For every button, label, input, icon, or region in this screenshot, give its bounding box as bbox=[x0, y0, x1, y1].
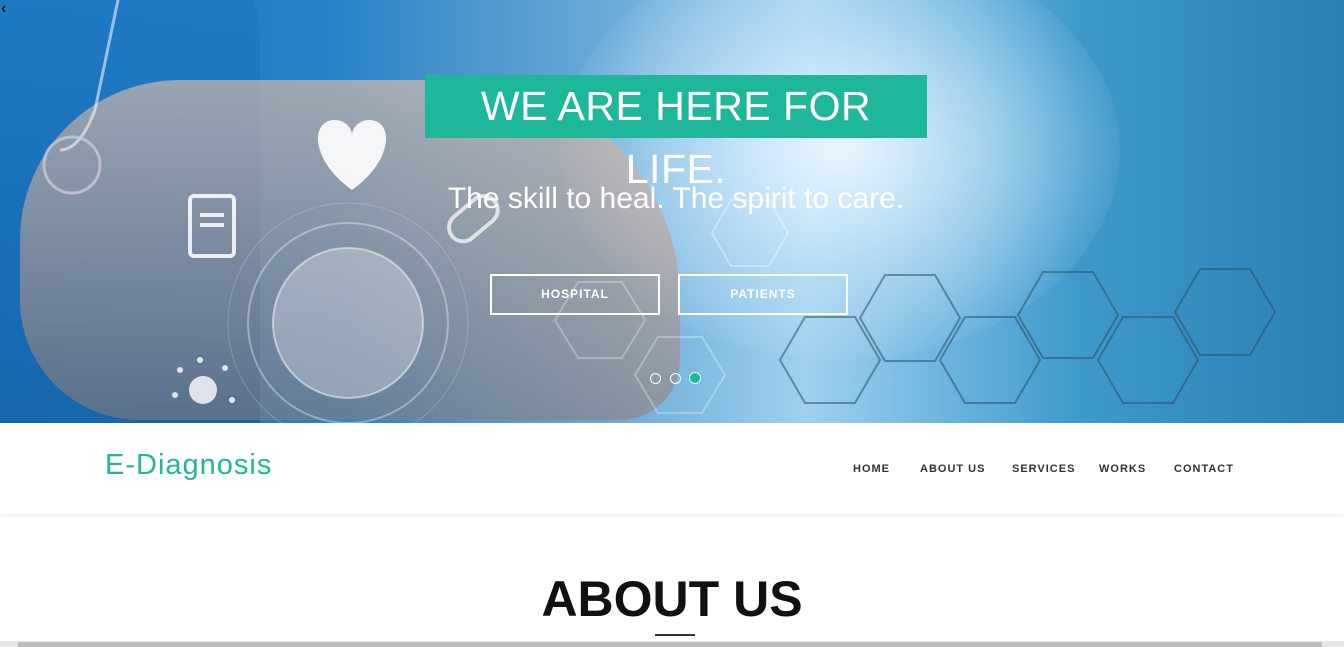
hero-banner-title: WE ARE HERE FOR LIFE. bbox=[425, 75, 927, 192]
horizontal-scrollbar[interactable] bbox=[0, 641, 1344, 647]
nav-about-us[interactable]: ABOUT US bbox=[920, 463, 985, 475]
navbar: E-Diagnosis HOME ABOUT US SERVICES WORKS… bbox=[0, 423, 1344, 514]
virus-icon bbox=[172, 357, 235, 404]
hexagon-pattern bbox=[553, 199, 1277, 414]
nav-contact[interactable]: CONTACT bbox=[1174, 463, 1234, 475]
title-underline bbox=[655, 634, 695, 636]
slider-dot-3[interactable] bbox=[689, 372, 701, 384]
patients-button[interactable]: PATIENTS bbox=[678, 274, 848, 315]
scrollbar-thumb[interactable] bbox=[18, 642, 1322, 647]
stethoscope-icon bbox=[59, 0, 120, 152]
brand-logo[interactable]: E-Diagnosis bbox=[105, 449, 272, 482]
chevron-left-icon[interactable]: ‹ bbox=[1, 1, 6, 17]
hospital-button[interactable]: HOSPITAL bbox=[490, 274, 660, 315]
nav-works[interactable]: WORKS bbox=[1099, 463, 1146, 475]
globe-icon bbox=[227, 202, 469, 423]
nav-services[interactable]: SERVICES bbox=[1012, 463, 1075, 475]
about-section-title: ABOUT US bbox=[541, 571, 803, 627]
heart-icon bbox=[317, 120, 387, 190]
hero-subtitle: The skill to heal. The spirit to care. bbox=[447, 182, 905, 215]
nav-home[interactable]: HOME bbox=[853, 463, 890, 475]
slider-dot-2[interactable] bbox=[670, 373, 681, 384]
hero-slider: ‹ WE ARE HERE FOR LIFE. The skill to hea… bbox=[0, 0, 1344, 423]
slider-dot-1[interactable] bbox=[650, 373, 661, 384]
clipboard-icon bbox=[188, 194, 236, 258]
